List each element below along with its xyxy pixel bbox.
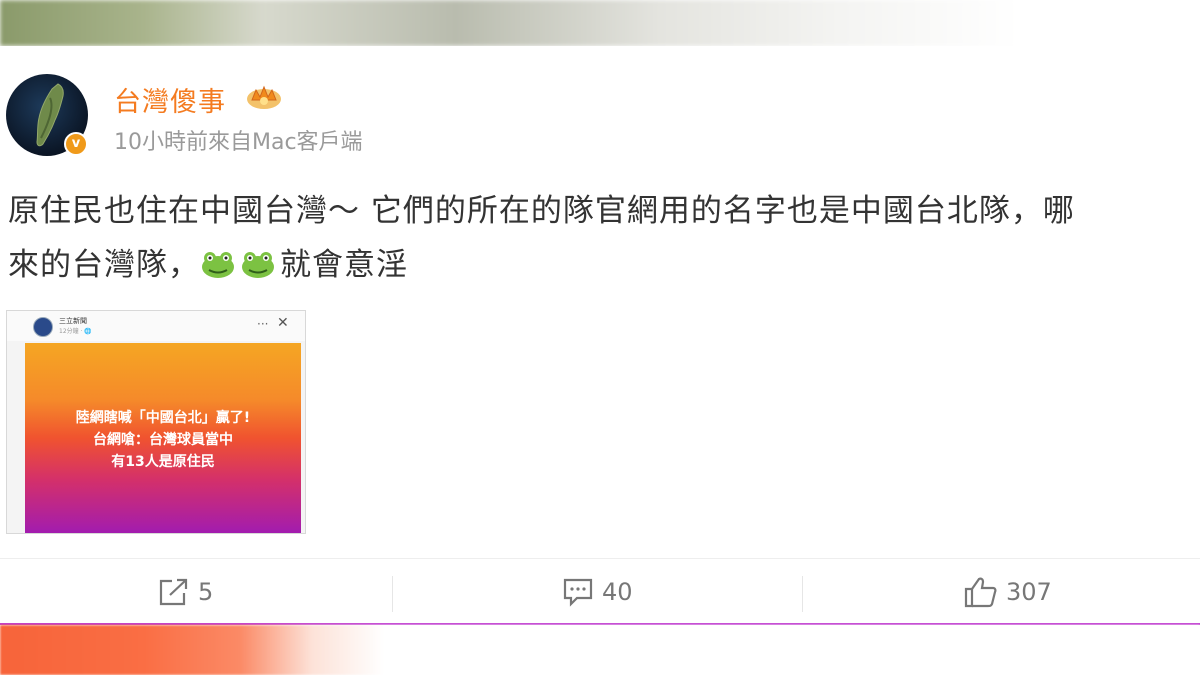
embedded-text-line1: 陸網瞎喊「中國台北」贏了!	[75, 410, 251, 426]
action-bar-divider	[0, 558, 1200, 559]
repost-icon	[159, 578, 188, 606]
action-separator	[392, 576, 393, 612]
more-icon: ···	[257, 317, 269, 331]
post-timestamp-source[interactable]: 10小時前來自Mac客戶端	[114, 124, 363, 156]
post-text-line2: 來的台灣隊，	[8, 247, 200, 283]
like-button[interactable]: 307	[964, 572, 1052, 612]
frog-icon	[200, 242, 236, 278]
crown-badge-icon[interactable]	[244, 82, 284, 112]
blurred-previous-content	[0, 0, 1200, 46]
comment-count: 40	[602, 578, 633, 606]
embedded-source-name: 三立新聞	[59, 317, 87, 325]
blurred-next-content	[0, 625, 1200, 675]
comment-icon	[563, 578, 593, 607]
embedded-source-avatar	[33, 317, 53, 337]
close-icon: ✕	[277, 315, 289, 331]
repost-count: 5	[198, 578, 214, 606]
frog-icon	[240, 242, 276, 278]
embedded-image-header: 三立新聞 12分鐘 · 🌐 ··· ✕	[7, 311, 305, 341]
action-separator	[802, 576, 803, 612]
embedded-source-time: 12分鐘 · 🌐	[59, 328, 92, 335]
embedded-text-line3: 有13人是原住民	[111, 454, 215, 470]
repost-button[interactable]: 5	[158, 572, 213, 612]
thumbs-up-icon	[964, 577, 997, 608]
weibo-post-card: v 台灣傻事 10小時前來自Mac客戶端 原住民也住在中國台灣～ 它們的所在的隊…	[0, 46, 1200, 624]
like-count: 307	[1006, 578, 1052, 606]
post-text-line1: 原住民也住在中國台灣～ 它們的所在的隊官網用的名字也是中國台北隊，哪	[8, 193, 1075, 229]
verified-badge: v	[64, 132, 88, 156]
post-text: 原住民也住在中國台灣～ 它們的所在的隊官網用的名字也是中國台北隊，哪 來的台灣隊…	[8, 184, 1188, 292]
post-text-line2-end: 就會意淫	[280, 247, 408, 283]
embedded-image-thumbnail[interactable]: 三立新聞 12分鐘 · 🌐 ··· ✕ 陸網瞎喊「中國台北」贏了! 台網嗆：台灣…	[6, 310, 306, 534]
embedded-text-line2: 台網嗆：台灣球員當中	[93, 432, 233, 448]
comment-button[interactable]: 40	[562, 572, 633, 612]
embedded-gradient-image: 陸網瞎喊「中國台北」贏了! 台網嗆：台灣球員當中 有13人是原住民	[25, 343, 301, 533]
embedded-image-text: 陸網瞎喊「中國台北」贏了! 台網嗆：台灣球員當中 有13人是原住民	[25, 407, 301, 473]
username-link[interactable]: 台灣傻事	[114, 80, 226, 119]
